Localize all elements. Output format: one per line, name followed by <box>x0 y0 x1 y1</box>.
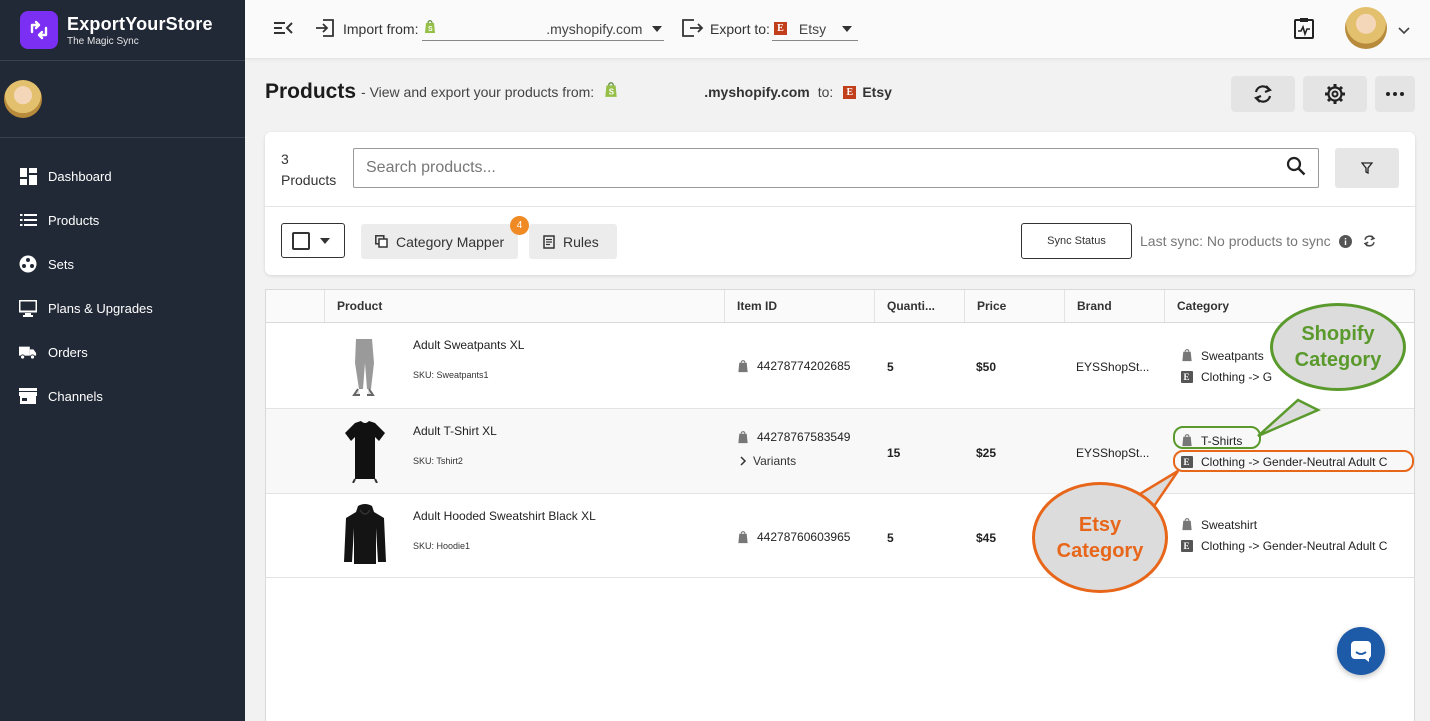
chat-launcher-button[interactable] <box>1337 627 1385 675</box>
etsy-callout-label: Etsy Category <box>1056 513 1144 562</box>
chat-icon <box>1351 641 1371 662</box>
shopify-callout-label: Shopify Category <box>1294 323 1382 371</box>
shopify-callout-pointer <box>1257 398 1321 438</box>
shopify-category-highlight <box>1173 426 1261 449</box>
annotation-overlay <box>1127 398 1321 514</box>
etsy-category-callout: Etsy Category <box>1032 482 1168 593</box>
shopify-category-callout: Shopify Category <box>1270 303 1406 391</box>
etsy-category-highlight <box>1173 450 1414 472</box>
